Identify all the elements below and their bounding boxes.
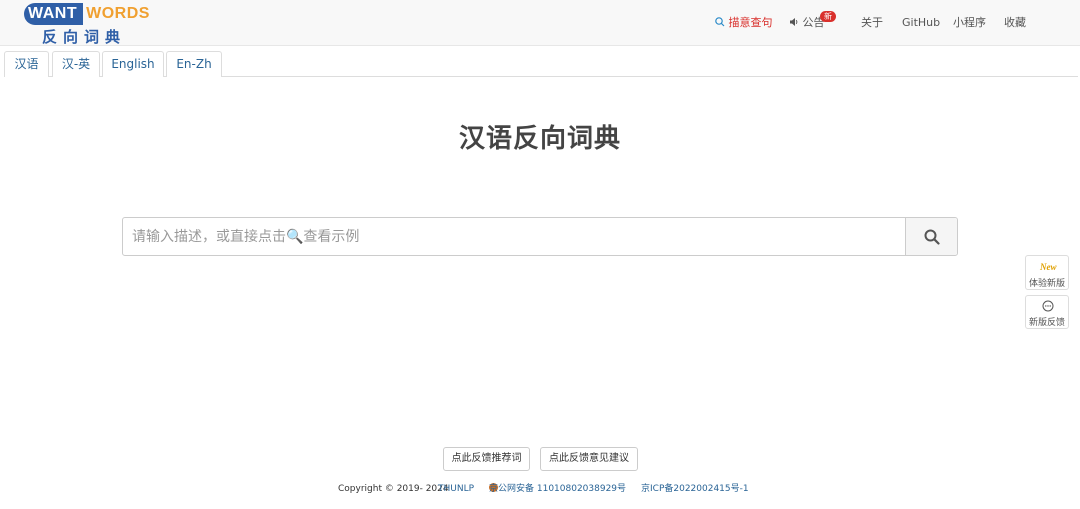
logo-subtitle: 反向词典 (42, 28, 127, 46)
tab-chinese-english[interactable]: 汉-英 (52, 51, 100, 77)
feedback-words-button[interactable]: 点此反馈推荐词 (443, 447, 530, 471)
copyright-text: Copyright © 2019- 2024 (338, 484, 449, 494)
nav-announcement[interactable]: 公告 新 (789, 11, 836, 30)
search-input[interactable] (123, 218, 905, 255)
tab-english[interactable]: English (102, 51, 164, 77)
logo-want-text: WANT (24, 3, 84, 25)
feedback-suggestions-button[interactable]: 点此反馈意见建议 (540, 447, 638, 471)
nav-about[interactable]: 关于 (861, 16, 883, 30)
try-new-version-button[interactable]: New 体验新版 (1025, 255, 1069, 290)
search-bar (122, 217, 958, 256)
nav-github[interactable]: GitHub (902, 16, 940, 30)
tab-chinese[interactable]: 汉语 (4, 51, 49, 77)
nav-favorite[interactable]: 收藏 (1004, 16, 1026, 30)
search-button[interactable] (905, 218, 957, 255)
nav-quote-search[interactable]: 描意查句 (715, 16, 773, 30)
icp-record-link[interactable]: 京ICP备2022002415号-1 (641, 483, 749, 495)
new-icon: New (1040, 262, 1057, 272)
new-version-feedback-label: 新版反馈 (1028, 318, 1065, 328)
tab-english-chinese[interactable]: En-Zh (166, 51, 222, 77)
try-new-version-label: 体验新版 (1028, 279, 1065, 289)
nav-quote-search-label: 描意查句 (728, 16, 773, 29)
footer: Copyright © 2019- 2024 THUNLP 京公网安备 1101… (0, 483, 1080, 497)
top-navbar: WANT WORDS 反向词典 描意查句 公告 新 关于 GitHub 小程序 … (0, 0, 1080, 46)
new-badge: 新 (820, 11, 836, 22)
speaker-icon (790, 18, 798, 26)
police-record-link: 京公网安备 11010802038929号 (489, 484, 627, 494)
logo-words-text: WORDS (86, 5, 150, 22)
wantwords-logo[interactable]: WANT WORDS 反向词典 (24, 3, 149, 46)
chat-icon (1042, 300, 1054, 312)
thunlp-link[interactable]: THUNLP (438, 483, 474, 495)
search-icon (715, 17, 725, 27)
new-version-feedback-button[interactable]: 新版反馈 (1025, 295, 1069, 329)
search-icon (924, 229, 940, 245)
page-title: 汉语反向词典 (458, 124, 621, 154)
nav-mini-program[interactable]: 小程序 (953, 16, 986, 30)
